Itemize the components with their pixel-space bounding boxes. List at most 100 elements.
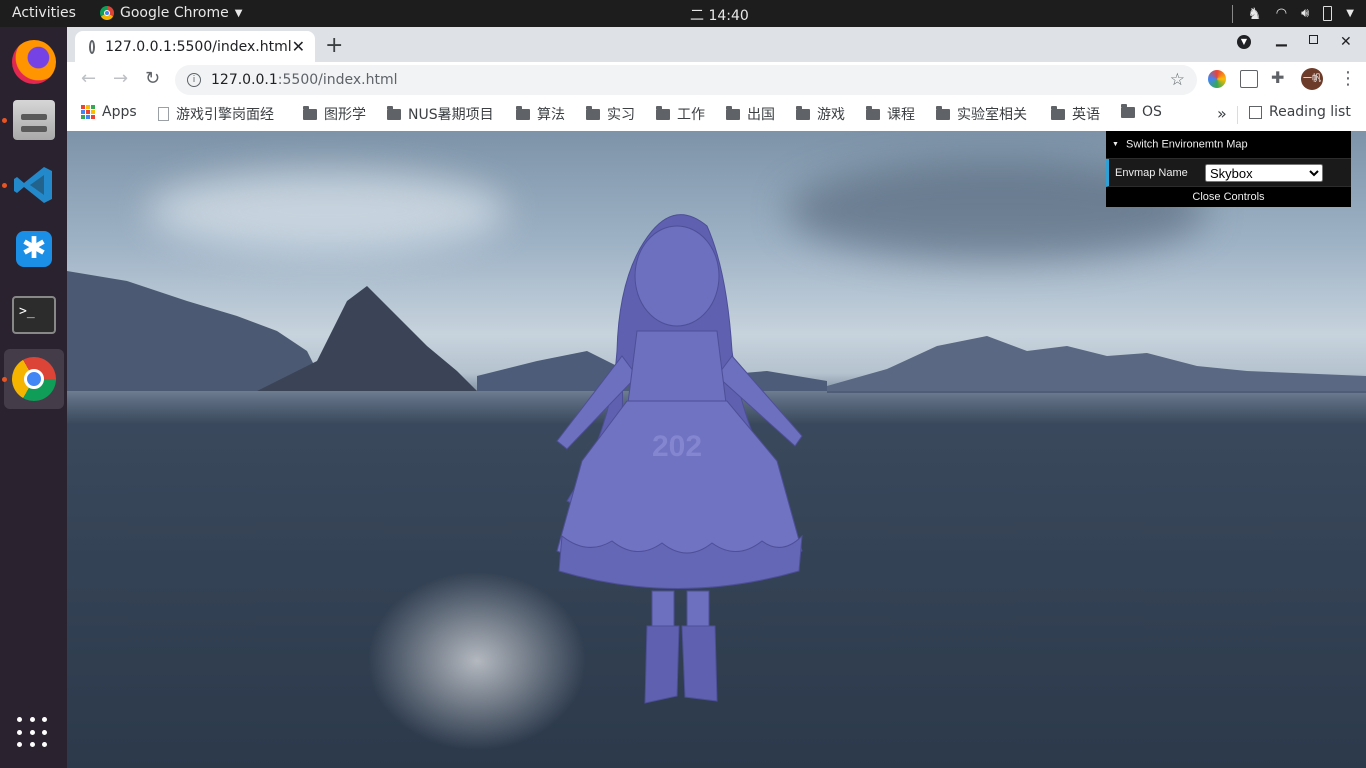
profile-avatar[interactable]: 一帆 [1301,68,1323,90]
dock-chrome[interactable] [2,349,64,409]
bookmark-folder[interactable]: 课程 [866,104,915,124]
new-tab-button[interactable]: + [325,33,343,58]
bookmark-star-icon[interactable]: ☆ [1170,70,1185,90]
bookmark-folder[interactable]: 实验室相关 [936,104,1027,124]
chrome-icon [100,6,114,20]
vscode-icon [14,167,52,203]
activities-button[interactable]: Activities [12,5,76,21]
tab-active[interactable]: 127.0.0.1:5500/index.html ✕ [75,31,315,62]
tray-separator [1232,4,1234,23]
bookmark-folder[interactable]: 英语 [1051,104,1100,124]
mountain-peak [257,286,477,391]
folder-icon [796,105,810,120]
controls-panel: ▼ Switch Environemtn Map Envmap Name Sky… [1106,131,1351,207]
bookmark-folder[interactable]: 工作 [656,104,705,124]
dock-ticktick[interactable]: ✱ [4,219,64,279]
gui-folder-title: Switch Environemtn Map [1126,138,1248,151]
folder-icon [866,105,880,120]
folder-icon [303,105,317,120]
dock-vscode[interactable] [2,155,64,215]
url-host: 127.0.0.1 [211,72,278,88]
address-bar[interactable]: i 127.0.0.1:5500/index.html ☆ [175,65,1197,95]
reading-list-label: Reading list [1269,104,1351,120]
envmap-row: Envmap Name Skybox [1106,159,1351,187]
url-text[interactable]: 127.0.0.1:5500/index.html [211,72,398,88]
close-controls-button[interactable]: Close Controls [1106,187,1351,207]
mountain-right [827,336,1366,393]
bookmark-label: 算法 [537,107,565,123]
bookmark-folder[interactable]: NUS暑期项目 [387,104,494,124]
reading-list-button[interactable]: Reading list [1249,104,1351,120]
folder-icon [936,105,950,120]
more-bookmarks-button[interactable]: » [1217,104,1227,123]
close-tab-icon[interactable]: ✕ [292,37,305,56]
bookmark-label: 实习 [607,107,635,123]
rocking-horse-icon[interactable]: ♞ [1247,4,1261,23]
back-icon[interactable]: ← [81,68,96,89]
system-tray[interactable]: ♞ ◠ 🔊︎ ▼ [1232,4,1354,23]
bookmark-label: 课程 [887,107,915,123]
extensions-puzzle-icon[interactable]: ✚ [1271,68,1289,87]
extension-document-icon[interactable] [1240,70,1258,88]
folder-icon [586,105,600,120]
asterisk-app-icon: ✱ [16,231,52,267]
menu-kebab-icon[interactable]: ⋮ [1339,68,1357,89]
clock[interactable]: 二 14:40 [690,5,749,25]
reading-list-icon [1249,105,1262,119]
globe-icon [89,39,96,54]
dock: ✱ >_ [0,27,67,768]
mountain-left [67,271,317,391]
bookmark-label: 图形学 [324,107,366,123]
system-top-bar: Activities Google Chrome ▼ 二 14:40 ♞ ◠ 🔊… [0,0,1366,27]
folder-icon [387,105,401,120]
extension-colorful-icon[interactable] [1208,70,1226,88]
chrome-window: 127.0.0.1:5500/index.html ✕ + ▼ ▁ ✕ ← → … [67,27,1366,768]
chevron-down-icon: ▼ [234,7,243,19]
envmap-select[interactable]: Skybox [1205,163,1323,182]
reload-icon[interactable]: ↻ [145,68,160,89]
running-indicator [2,183,7,188]
bookmark-label: 工作 [677,107,705,123]
bookmark-label: 出国 [747,107,775,123]
firefox-icon [12,40,56,84]
folder-icon [516,105,530,120]
terminal-icon: >_ [12,296,56,334]
bookmark-folder[interactable]: OS [1121,103,1162,120]
bookmark-page[interactable]: 游戏引擎岗面经 [158,104,274,124]
gui-folder-header[interactable]: ▼ Switch Environemtn Map [1106,131,1351,159]
bookmark-folder[interactable]: 算法 [516,104,565,124]
dock-files[interactable] [2,90,64,150]
bookmark-folder[interactable]: 出国 [726,104,775,124]
browser-toolbar: ← → ↻ i 127.0.0.1:5500/index.html ☆ ✚ 一帆… [67,62,1366,98]
info-icon[interactable]: i [187,73,201,87]
dock-firefox[interactable] [4,32,64,92]
volume-icon[interactable]: 🔊︎ [1301,6,1309,21]
terminal-prompt: >_ [19,304,35,319]
battery-icon[interactable] [1323,6,1333,21]
close-window-icon[interactable]: ✕ [1340,34,1352,50]
bookmarks-separator [1237,106,1238,124]
bookmark-apps[interactable]: Apps [81,104,137,120]
tab-search-icon[interactable]: ▼ [1237,35,1251,49]
files-icon [13,100,55,140]
power-menu-chevron-icon[interactable]: ▼ [1346,8,1354,19]
dock-terminal[interactable]: >_ [4,285,64,345]
wifi-icon[interactable]: ◠ [1276,6,1287,21]
tab-strip: 127.0.0.1:5500/index.html ✕ + ▼ ▁ ✕ [67,27,1366,62]
forward-icon[interactable]: → [113,68,128,89]
bookmark-folder[interactable]: 游戏 [796,104,845,124]
bookmark-folder[interactable]: 实习 [586,104,635,124]
running-indicator [2,118,7,123]
bookmark-folder[interactable]: 图形学 [303,104,366,124]
show-applications-icon[interactable] [17,717,49,749]
app-menu[interactable]: Google Chrome ▼ [100,5,242,21]
bookmark-label: 游戏 [817,107,845,123]
folder-icon [1121,103,1135,118]
model-apron-text: 202 [652,430,702,463]
minimize-icon[interactable]: ▁ [1276,31,1287,47]
maximize-icon[interactable] [1309,35,1318,44]
bookmarks-bar: Apps 游戏引擎岗面经 图形学 NUS暑期项目 算法 实习 工作 出国 游戏 … [67,98,1366,132]
webgl-canvas[interactable]: 202 ▼ Switch Environemtn Map Envmap Name… [67,131,1366,768]
bookmark-label: NUS暑期项目 [408,107,494,123]
folder-icon [726,105,740,120]
